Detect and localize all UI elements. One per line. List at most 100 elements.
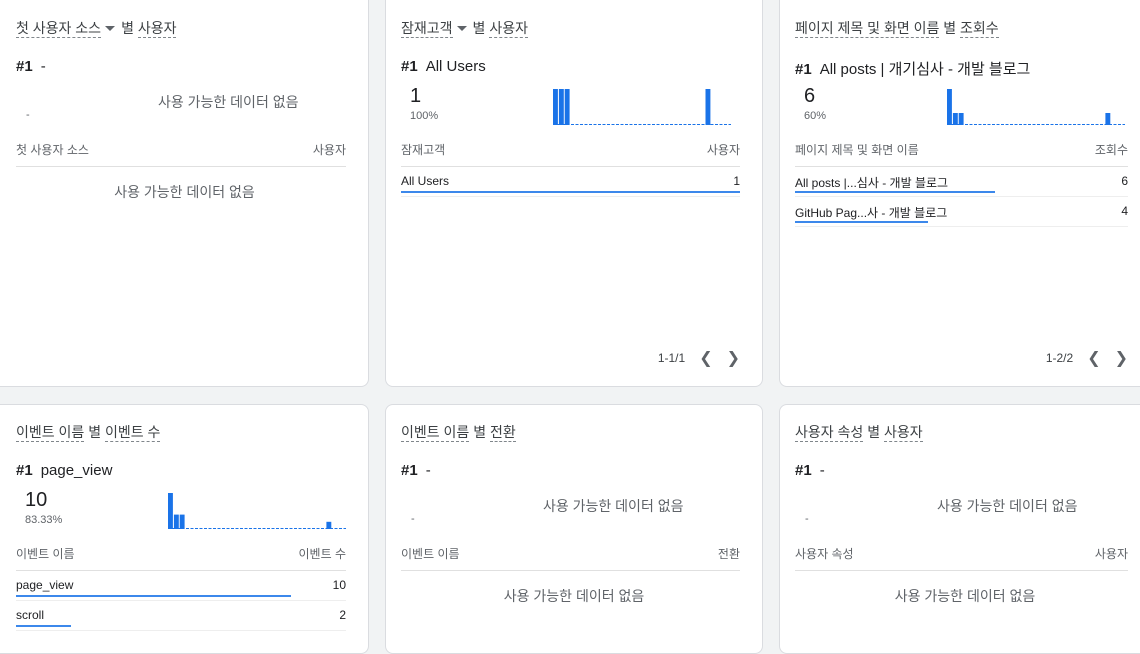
dimension-selector[interactable]: 사용자 속성 (795, 424, 864, 442)
column-dimension: 사용자 속성 (795, 547, 854, 561)
top-value: - (805, 513, 809, 525)
rank: #1 (401, 58, 418, 75)
table-row[interactable]: All posts |...심사 - 개발 블로그 6 (795, 174, 1128, 197)
chart-no-data: 사용 가능한 데이터 없음 (937, 498, 1078, 514)
table-header: 첫 사용자 소스 사용자 (16, 141, 346, 167)
table-row[interactable]: scroll 2 (16, 608, 346, 631)
column-dimension: 이벤트 이름 (401, 547, 460, 561)
card-title: 첫 사용자 소스 별 사용자 (16, 18, 177, 38)
row-share-bar (795, 191, 995, 193)
metric-selector[interactable]: 전환 (489, 424, 516, 442)
column-metric: 사용자 (312, 143, 346, 157)
row-name[interactable]: All Users (401, 174, 449, 188)
pagination: 1-2/2 ❮ ❯ (1046, 348, 1128, 368)
dimension-selector[interactable]: 페이지 제목 및 화면 이름 (795, 20, 940, 38)
chevron-left-icon[interactable]: ❮ (1087, 348, 1100, 368)
row-value: 4 (1121, 204, 1128, 218)
card-title: 이벤트 이름 별 이벤트 수 (16, 422, 161, 442)
top-item-name: All Users (425, 58, 486, 75)
column-dimension: 첫 사용자 소스 (16, 143, 89, 157)
top-percent: 83.33% (25, 514, 63, 526)
report-card: 첫 사용자 소스 별 사용자 #1- - 사용 가능한 데이터 없음 첫 사용자 소스… (0, 0, 369, 387)
dimension-selector[interactable]: 첫 사용자 소스 (16, 20, 102, 38)
top-item-name: - (819, 462, 825, 479)
sparkline-bar (173, 514, 179, 529)
title-by: 별 (88, 424, 102, 440)
top-item: #1- (401, 462, 431, 479)
card-title: 사용자 속성 별 사용자 (795, 422, 923, 442)
title-by: 별 (121, 20, 134, 36)
table-row[interactable]: GitHub Pag...사 - 개발 블로그 4 (795, 204, 1128, 227)
table-no-data: 사용 가능한 데이터 없음 (114, 184, 255, 200)
top-item-name: - (40, 58, 46, 75)
table-no-data: 사용 가능한 데이터 없음 (503, 588, 645, 604)
title-by: 별 (943, 20, 957, 36)
chevron-right-icon[interactable]: ❯ (727, 348, 740, 368)
row-name[interactable]: All posts |...심사 - 개발 블로그 (795, 174, 948, 191)
row-name[interactable]: page_view (16, 578, 73, 592)
report-card: 이벤트 이름 별 이벤트 수 #1 page_view 10 83.33% 이벤트 이름… (0, 404, 369, 654)
title-by: 별 (472, 20, 486, 36)
table-no-data: 사용 가능한 데이터 없음 (894, 588, 1036, 604)
row-value: 6 (1121, 174, 1128, 188)
sparkline-chart (553, 89, 731, 125)
rank: #1 (16, 462, 33, 479)
sparkline-bar (179, 514, 185, 529)
page-range: 1-1/1 (657, 351, 686, 365)
row-value: 1 (733, 174, 740, 188)
row-share-bar (16, 595, 291, 597)
column-dimension: 이벤트 이름 (16, 547, 75, 561)
column-metric: 이벤트 수 (298, 547, 347, 561)
sparkline-bar (1105, 113, 1111, 125)
column-dimension: 잠재고객 (401, 143, 446, 157)
report-card: 잠재고객 별 사용자 #1 All Users 1 100% 잠재고객 사용자 All Use… (385, 0, 763, 387)
chevron-right-icon[interactable]: ❯ (1115, 348, 1128, 368)
card-title: 잠재고객 별 사용자 (401, 18, 528, 38)
sparkline-bar (952, 113, 958, 125)
dropdown-caret-icon[interactable] (105, 25, 116, 31)
rank: #1 (795, 61, 812, 78)
top-value: 1 (410, 85, 422, 107)
sparkline-bar (326, 521, 332, 529)
top-value: - (26, 109, 30, 121)
table-header: 잠재고객 사용자 (401, 141, 740, 167)
metric-selector[interactable]: 사용자 (489, 20, 528, 38)
row-name[interactable]: scroll (16, 608, 44, 622)
row-name[interactable]: GitHub Pag...사 - 개발 블로그 (795, 204, 947, 221)
rank: #1 (16, 58, 33, 75)
row-value: 2 (339, 608, 346, 622)
dimension-selector[interactable]: 잠재고객 (401, 20, 453, 38)
sparkline-bar (168, 493, 173, 529)
title-by: 별 (473, 424, 487, 440)
card-title: 이벤트 이름 별 전환 (401, 422, 516, 442)
report-card: 이벤트 이름 별 전환 #1- - 사용 가능한 데이터 없음 이벤트 이름 전환 사용… (385, 404, 763, 654)
rank: #1 (401, 462, 418, 479)
table-row[interactable]: page_view 10 (16, 578, 346, 601)
dropdown-caret-icon[interactable] (456, 25, 467, 31)
sparkline-bar (958, 113, 964, 125)
table-row[interactable]: All Users 1 (401, 174, 740, 197)
sparkline-bar (947, 89, 952, 125)
top-value: - (411, 513, 415, 525)
report-card: 페이지 제목 및 화면 이름 별 조회수 #1 All posts | 개기심사 … (779, 0, 1140, 387)
metric-selector[interactable]: 사용자 (883, 424, 923, 442)
dimension-selector[interactable]: 이벤트 이름 (401, 424, 470, 442)
sparkline-bar (705, 89, 711, 125)
column-metric: 전환 (717, 547, 740, 561)
top-value: 6 (804, 85, 816, 107)
dimension-selector[interactable]: 이벤트 이름 (16, 424, 85, 442)
metric-selector[interactable]: 조회수 (960, 20, 999, 38)
top-item-name: All posts | 개기심사 - 개발 블로그 (819, 61, 1031, 78)
top-percent: 60% (804, 110, 827, 122)
metric-selector[interactable]: 사용자 (137, 20, 177, 38)
top-item: #1 All posts | 개기심사 - 개발 블로그 (795, 58, 1030, 79)
chevron-left-icon[interactable]: ❮ (699, 348, 712, 368)
page-range: 1-2/2 (1045, 351, 1074, 365)
top-item-name: page_view (40, 462, 113, 479)
sparkline-bar (553, 89, 558, 125)
table-header: 이벤트 이름 이벤트 수 (16, 545, 346, 571)
top-value: 10 (25, 489, 48, 511)
chart-no-data: 사용 가능한 데이터 없음 (158, 94, 299, 110)
top-item-name: - (425, 462, 431, 479)
metric-selector[interactable]: 이벤트 수 (104, 424, 161, 442)
